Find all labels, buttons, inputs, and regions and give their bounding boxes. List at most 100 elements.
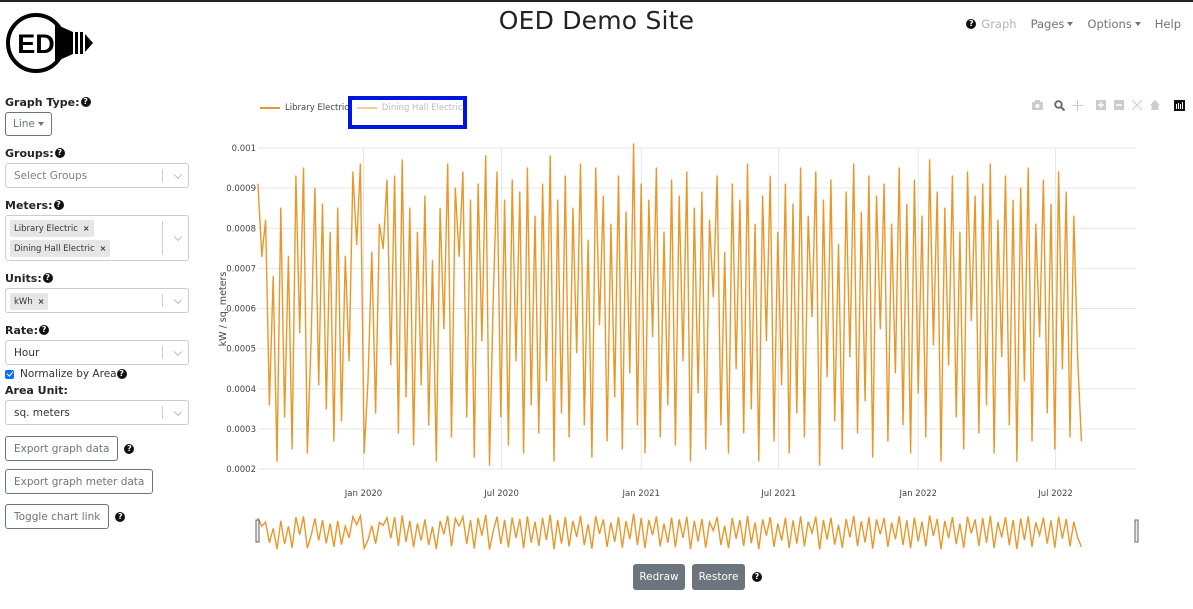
nav-pages-label: Pages [1030,17,1065,31]
data-point [678,195,680,197]
data-point [887,440,889,442]
data-point [299,331,301,334]
help-icon[interactable]: ? [80,97,91,107]
nav-graph[interactable]: ? Graph [966,17,1017,31]
pan-icon[interactable] [1071,99,1083,111]
export-graph-data-button[interactable]: Export graph data [5,436,119,461]
data-point [321,203,324,205]
meter-chip: Dining Hall Electric × [10,240,111,257]
units-select[interactable]: kWh × [5,288,189,313]
chevron-down-icon[interactable] [173,407,183,416]
data-point [815,171,817,173]
help-icon[interactable]: ? [116,369,127,379]
help-icon[interactable]: ? [39,325,50,335]
range-slider [255,513,1139,551]
data-point [477,183,479,185]
data-point [633,143,635,145]
select-separator [162,221,163,255]
data-point [720,424,722,426]
area-unit-label-text: Area Unit: [5,383,68,397]
zoom-icon[interactable] [1053,99,1065,111]
data-point [557,199,559,201]
graph-type-dropdown[interactable]: Line [5,112,52,136]
autoscale-icon[interactable] [1131,99,1143,111]
question-circle-icon[interactable]: ? [966,19,977,29]
range-slider-handle[interactable] [255,519,260,543]
rate-select[interactable]: Hour [5,340,189,365]
y-tick-label: 0.0003 [226,425,256,435]
data-point [386,179,388,181]
data-point [356,243,358,245]
data-point [560,412,563,414]
help-icon[interactable]: ? [752,572,762,582]
toggle-chart-link-row: Toggle chart link ? [5,504,189,529]
data-point [295,175,297,177]
nav-help[interactable]: Help [1155,17,1181,31]
data-point [655,167,658,169]
data-point [644,452,646,454]
nav-pages-dropdown[interactable]: Pages [1031,17,1074,31]
area-unit-value: sq. meters [14,406,70,419]
help-icon[interactable]: ? [42,273,53,283]
meters-label-text: Meters: [5,198,53,212]
data-point [1061,368,1063,370]
help-icon[interactable]: ? [124,443,135,454]
data-point [940,460,942,462]
data-point [507,444,510,446]
data-point [310,340,312,342]
meter-chip-label: Library Electric [14,223,78,234]
data-point [280,207,282,209]
groups-select[interactable]: Select Groups [5,163,189,188]
legend-entry-library-electric[interactable]: Library Electric [260,103,349,113]
meters-select[interactable]: Library Electric × Dining Hall Electric … [5,215,189,261]
zoom-in-icon[interactable] [1095,99,1107,111]
reset-axes-icon[interactable] [1149,99,1161,111]
data-point [906,203,908,205]
data-point [1046,412,1048,414]
area-unit-select[interactable]: sq. meters [5,400,189,425]
chevron-down-icon[interactable] [173,232,183,242]
area-unit-label: Area Unit: [5,382,189,398]
data-point [951,175,953,177]
data-point [1016,460,1018,462]
data-point [936,191,938,193]
camera-icon[interactable] [1031,99,1043,111]
data-point [302,167,305,169]
data-point [648,199,650,201]
restore-button[interactable]: Restore [692,564,745,590]
data-point [325,408,327,410]
data-point [1012,199,1014,201]
data-point [765,340,768,342]
remove-chip-icon[interactable]: × [38,297,45,306]
data-point [261,255,263,257]
range-slider-handle[interactable] [1134,519,1139,543]
data-point [701,191,703,193]
data-point [401,159,403,161]
data-point [629,372,631,374]
remove-chip-icon[interactable]: × [83,224,90,233]
data-point [264,219,267,221]
data-point [921,215,923,217]
normalize-checkbox[interactable] [5,369,14,379]
rate-label: Rate: ? [5,322,189,338]
data-point [1004,175,1007,177]
grid-lines [258,147,1136,470]
nav-options-dropdown[interactable]: Options [1087,17,1141,31]
data-point [473,456,475,458]
remove-chip-icon[interactable]: × [100,244,107,253]
export-graph-meter-data-button[interactable]: Export graph meter data [5,469,154,494]
caret-down-icon [1134,22,1141,26]
zoom-out-icon[interactable] [1113,99,1125,111]
chevron-down-icon[interactable] [173,347,183,356]
data-point [466,416,468,418]
graph-type-value: Line [13,118,35,130]
chevron-down-icon[interactable] [173,170,183,179]
help-icon[interactable]: ? [54,148,65,158]
help-icon[interactable]: ? [53,200,64,210]
plotly-logo-icon[interactable] [1173,99,1185,111]
data-point [450,436,453,438]
chevron-down-icon[interactable] [173,295,183,304]
redraw-button[interactable]: Redraw [633,564,685,590]
help-icon[interactable]: ? [115,511,126,522]
toggle-chart-link-button[interactable]: Toggle chart link [5,504,110,529]
